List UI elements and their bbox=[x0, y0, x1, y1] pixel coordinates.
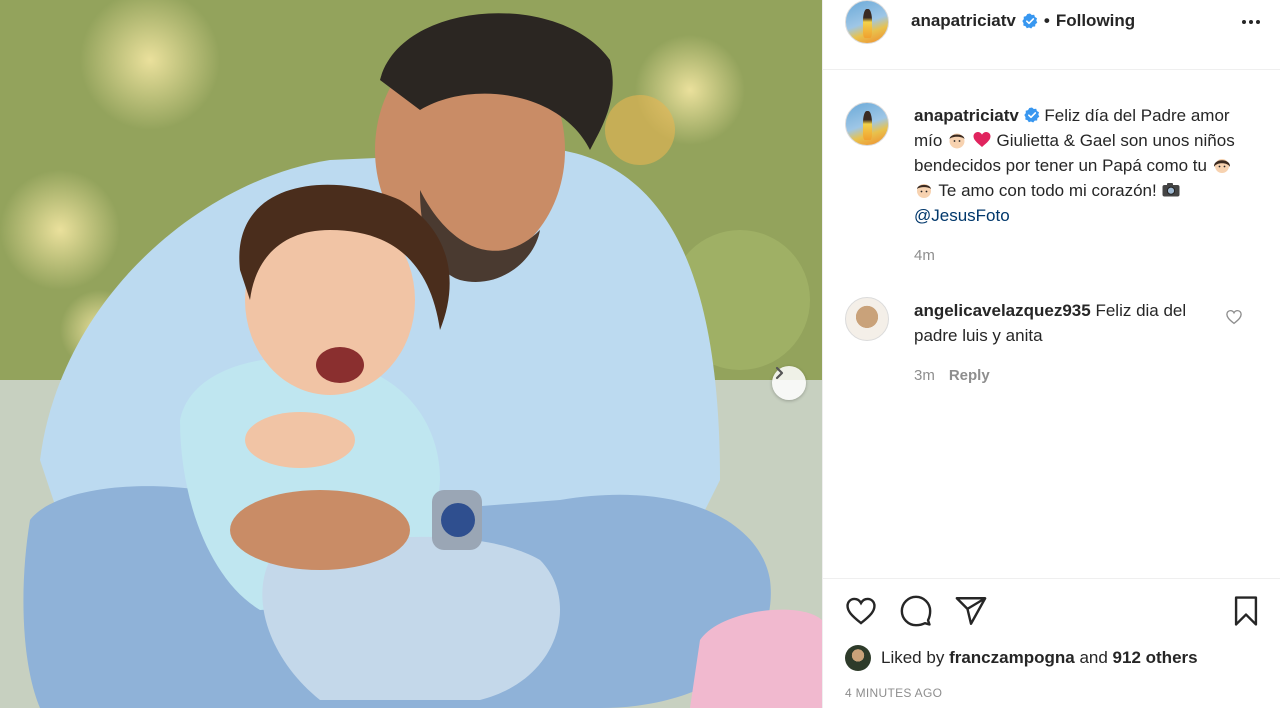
photographer-mention-link[interactable]: @JesusFoto bbox=[914, 206, 1010, 225]
likes-others-link[interactable]: 912 others bbox=[1113, 648, 1198, 668]
likes-prefix: Liked by bbox=[881, 648, 945, 667]
commenter-avatar[interactable] bbox=[845, 297, 889, 341]
separator-dot: • bbox=[1043, 11, 1050, 30]
commenter-username[interactable]: angelicavelazquez935 bbox=[914, 301, 1091, 320]
share-icon[interactable] bbox=[954, 594, 988, 628]
comment-icon[interactable] bbox=[899, 594, 933, 628]
verified-badge-icon bbox=[1022, 13, 1038, 29]
more-options-button[interactable] bbox=[1237, 12, 1265, 32]
man-emoji-icon bbox=[949, 133, 965, 149]
comment-time: 3m bbox=[914, 367, 935, 384]
boy-emoji-icon bbox=[917, 184, 931, 198]
comment-item: angelicavelazquez935 Feliz dia del padre… bbox=[914, 298, 1224, 348]
post-photo[interactable] bbox=[0, 0, 822, 708]
caption-username[interactable]: anapatriciatv bbox=[914, 106, 1019, 125]
post-caption: anapatriciatv Feliz día del Padre amor m… bbox=[914, 103, 1254, 228]
next-photo-button[interactable] bbox=[772, 366, 806, 400]
camera-emoji-icon bbox=[1162, 183, 1180, 197]
caption-time: 4m bbox=[914, 247, 935, 264]
liker-username[interactable]: franczampogna bbox=[949, 648, 1075, 668]
bookmark-icon[interactable] bbox=[1229, 594, 1263, 628]
follow-status-button[interactable]: Following bbox=[1056, 11, 1135, 31]
author-avatar[interactable] bbox=[845, 0, 889, 44]
post-header: anapatriciatv • Following bbox=[823, 0, 1280, 70]
chevron-right-icon bbox=[775, 366, 784, 380]
girl-emoji-icon bbox=[1213, 159, 1230, 173]
caption-author-avatar[interactable] bbox=[845, 102, 889, 146]
verified-badge-icon bbox=[1023, 107, 1039, 123]
author-username[interactable]: anapatriciatv bbox=[911, 11, 1016, 31]
more-options-icon bbox=[1242, 20, 1246, 24]
likes-and: and bbox=[1079, 648, 1108, 667]
red-heart-emoji-icon bbox=[973, 132, 991, 147]
comment-like-heart-icon[interactable] bbox=[1225, 308, 1243, 326]
reply-button[interactable]: Reply bbox=[949, 367, 990, 384]
photo-illustration bbox=[0, 0, 822, 708]
post-timestamp: 4 MINUTES AGO bbox=[845, 686, 943, 700]
likes-summary: Liked by franczampogna and 912 others bbox=[845, 645, 1198, 671]
post-sidebar: anapatriciatv • Following anapatriciatv … bbox=[822, 0, 1280, 708]
caption-text-3: Te amo con todo mi corazón! bbox=[938, 181, 1157, 200]
heart-icon[interactable] bbox=[844, 594, 878, 628]
liker-avatar[interactable] bbox=[845, 645, 871, 671]
